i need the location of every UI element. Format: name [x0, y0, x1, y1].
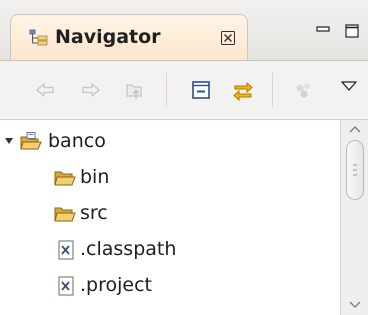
- tree-item-label: src: [80, 202, 108, 224]
- close-icon[interactable]: [221, 31, 235, 45]
- maximize-icon[interactable]: [345, 24, 359, 38]
- folder-icon: [54, 171, 76, 186]
- tree-item-classpath[interactable]: .classpath: [0, 232, 338, 266]
- vertical-scrollbar[interactable]: [340, 120, 368, 315]
- tree-item-label: .project: [80, 274, 152, 296]
- tree-item-project[interactable]: .project: [0, 268, 338, 302]
- resource-tree: banco bin src .classpath .project: [0, 120, 338, 315]
- minimize-icon[interactable]: [316, 26, 330, 36]
- toolbar-separator: [272, 73, 273, 107]
- navigator-icon: [29, 29, 48, 46]
- view-tab-strip: Navigator: [0, 0, 368, 61]
- forward-icon[interactable]: [80, 79, 102, 101]
- tree-item-label: banco: [48, 130, 106, 152]
- toolbar-separator: [166, 73, 167, 107]
- view-title: Navigator: [55, 26, 161, 48]
- view-toolbar: [0, 61, 368, 120]
- up-folder-icon[interactable]: [124, 79, 146, 101]
- open-project-folder-icon: [20, 132, 42, 150]
- view-menu-icon[interactable]: [338, 75, 360, 97]
- tree-item-bin[interactable]: bin: [0, 160, 338, 194]
- link-with-editor-icon[interactable]: [232, 79, 254, 101]
- tree-item-label: .classpath: [80, 238, 177, 260]
- filter-icon[interactable]: [292, 79, 314, 101]
- folder-icon: [54, 207, 76, 222]
- grip-icon: [353, 164, 357, 176]
- tree-item-banco[interactable]: banco: [0, 124, 338, 158]
- scroll-up-arrow-icon[interactable]: [347, 124, 363, 134]
- scroll-down-arrow-icon[interactable]: [347, 300, 363, 310]
- tree-item-label: bin: [80, 166, 110, 188]
- xml-file-icon: [58, 240, 74, 260]
- navigator-tab[interactable]: Navigator: [10, 14, 248, 60]
- back-icon[interactable]: [34, 79, 56, 101]
- scrollbar-thumb[interactable]: [346, 140, 364, 200]
- xml-file-icon: [58, 276, 74, 296]
- collapse-all-icon[interactable]: [190, 79, 212, 101]
- tree-item-src[interactable]: src: [0, 196, 338, 230]
- expanded-triangle-icon[interactable]: [4, 136, 14, 146]
- navigator-view: Navigator banco bin src .classpath .proj…: [0, 0, 368, 315]
